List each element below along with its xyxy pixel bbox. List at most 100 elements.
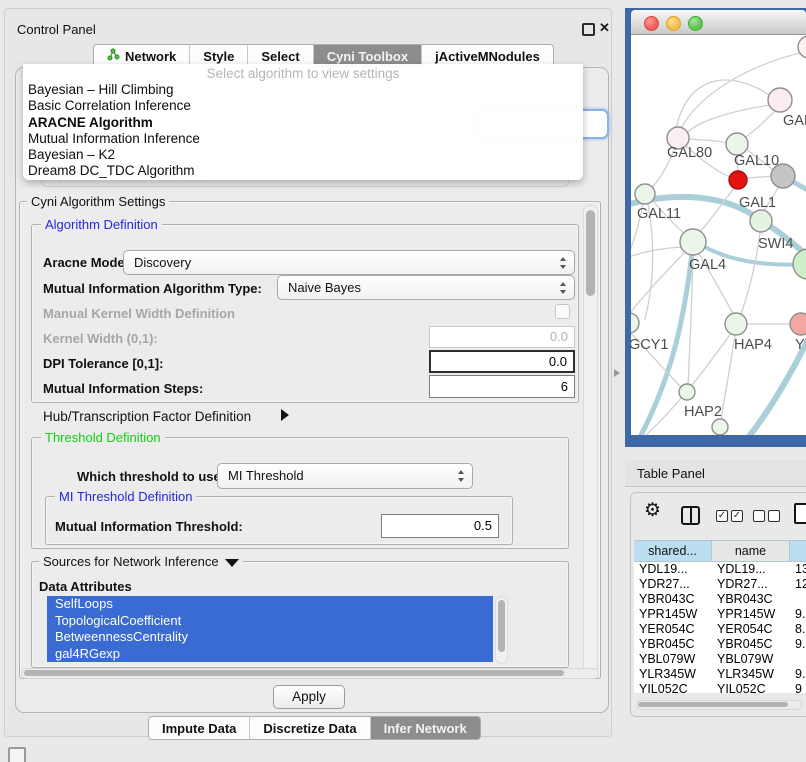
threshold-definition-title: Threshold Definition [41,431,165,444]
network-edge[interactable] [721,335,735,420]
unchecked-checkbox-icon[interactable] [768,510,780,522]
algorithm-option-mutual-information-inference[interactable]: Mutual Information Inference [23,131,583,147]
network-node-gal10[interactable] [726,133,748,155]
network-node[interactable] [798,36,806,58]
table-cell: YBL079W [634,652,712,667]
network-edge[interactable] [699,188,734,233]
mi-steps-field[interactable]: 6 [429,375,575,398]
dpi-tolerance-field[interactable]: 0.0 [429,350,575,373]
settings-vertical-scrollbar[interactable] [583,205,598,673]
table-cell: YLR345W [712,667,790,682]
tab-discretize-data[interactable]: Discretize Data [250,717,370,739]
which-threshold-combo[interactable]: MI Threshold [217,463,473,489]
column-header-name[interactable]: name [712,540,790,562]
tab-label: Style [203,49,234,64]
network-node-hap2[interactable] [679,384,695,400]
settings-horizontal-scrollbar[interactable] [21,668,599,679]
attributes-vertical-scrollbar[interactable] [495,596,508,664]
node-table: shared...nameA YDL19...YDL19...13YDR27..… [634,540,806,693]
manual-kernel-checkbox[interactable] [555,304,570,319]
table-horizontal-scrollbar[interactable] [636,700,802,710]
table-cell: 12 [790,577,806,592]
algorithm-option-bayesian-hill-climbing[interactable]: Bayesian – Hill Climbing [23,82,583,98]
table-cell [790,592,806,607]
table-cell: YLR345W [634,667,712,682]
expand-arrow-icon[interactable] [281,409,289,421]
aracne-mode-label: Aracne Mode: [43,255,129,270]
column-header-a[interactable]: A [790,540,806,562]
network-edge[interactable] [631,247,681,261]
close-traffic-light-icon[interactable] [644,16,659,31]
tab-infer-network[interactable]: Infer Network [371,717,480,739]
float-window-icon[interactable] [582,23,595,36]
splitter-arrow-icon[interactable] [614,369,620,377]
attributes-scrollbar-thumb[interactable] [498,600,505,652]
table-cell: YDL19... [634,562,712,577]
network-edge[interactable] [689,139,728,143]
table-cell: YDR27... [634,577,712,592]
mi-type-combo[interactable]: Naive Bayes [277,275,575,300]
table-row[interactable]: YPR145WYPR145W9. [634,607,806,622]
network-node-y[interactable] [790,313,806,335]
algorithm-option-basic-correlation-inference[interactable]: Basic Correlation Inference [23,98,583,114]
tab-impute-data[interactable]: Impute Data [149,717,250,739]
aracne-mode-combo[interactable]: Discovery [123,250,575,275]
network-node-gcy1[interactable] [631,313,639,333]
network-edge[interactable] [691,332,732,386]
network-node-hap4[interactable] [725,313,747,335]
table-row[interactable]: YDR27...YDR27...12 [634,577,806,592]
which-threshold-label: Which threshold to use: [77,469,225,484]
mi-threshold-field[interactable]: 0.5 [381,514,499,538]
algorithm-option-dream8-dc-tdc-algorithm[interactable]: Dream8 DC_TDC Algorithm [23,163,583,179]
table-row[interactable]: YDL19...YDL19...13 [634,562,806,577]
apply-button[interactable]: Apply [273,685,345,709]
table-row[interactable]: YER054CYER054C8. [634,622,806,637]
settings-horizontal-scrollbar-thumb[interactable] [24,670,564,676]
table-row[interactable]: YBR043CYBR043C [634,592,806,607]
table-row[interactable]: YBL079WYBL079W [634,652,806,667]
document-icon[interactable] [794,503,806,524]
columns-icon[interactable] [681,506,700,525]
checked-checkbox-icon[interactable]: ✓ [716,510,728,522]
table-cell: 9. [790,637,806,652]
network-edge[interactable] [676,80,771,129]
network-node[interactable] [712,419,728,435]
algorithm-options-list: Bayesian – Hill ClimbingBasic Correlatio… [23,82,583,180]
network-node-gal11[interactable] [635,184,655,204]
table-horizontal-scrollbar-thumb[interactable] [638,702,788,707]
settings-vertical-scrollbar-thumb[interactable] [586,210,595,296]
network-canvas[interactable]: GALGAL80GAL10GAL1GAL11GAL4SWI4GCY1HAP4YH… [631,35,806,435]
collapse-arrow-icon[interactable] [225,559,239,567]
network-node-gal4[interactable] [680,229,706,255]
checked-checkbox-icon[interactable]: ✓ [731,510,743,522]
unchecked-checkbox-icon[interactable] [753,510,765,522]
table-row[interactable]: YLR345WYLR345W9. [634,667,806,682]
gear-icon[interactable]: ⚙ [644,501,661,520]
tab-label: Network [125,49,176,64]
network-window-titlebar[interactable] [631,10,806,35]
attribute-item-selfloops[interactable]: SelfLoops [47,596,493,613]
attribute-item-betweennesscentrality[interactable]: BetweennessCentrality [47,629,493,646]
network-edge[interactable] [747,176,772,178]
minimize-traffic-light-icon[interactable] [666,16,681,31]
column-header-shared[interactable]: shared... [634,540,712,562]
dock-panel-icon[interactable] [8,747,26,762]
algorithm-option-aracne-algorithm[interactable]: ARACNE Algorithm [23,115,583,131]
network-node[interactable] [771,164,795,188]
attribute-item-gal4rgexp[interactable]: gal4RGexp [47,646,493,663]
which-threshold-value: MI Threshold [228,468,304,483]
kernel-width-field[interactable]: 0.0 [429,326,575,348]
attribute-item-topologicalcoefficient[interactable]: TopologicalCoefficient [47,613,493,630]
network-node-swi4[interactable] [750,210,772,232]
network-edge[interactable] [631,253,684,317]
table-row[interactable]: YIL052CYIL052C9 [634,682,806,693]
algorithm-option-bayesian-k2[interactable]: Bayesian – K2 [23,147,583,163]
close-icon[interactable]: ✕ [599,20,610,36]
network-node[interactable] [793,249,806,279]
network-node-gal[interactable] [768,88,792,112]
tab-label: Impute Data [162,721,236,736]
network-node-gal1[interactable] [729,171,747,189]
network-edge[interactable] [744,110,776,138]
table-row[interactable]: YBR045CYBR045C9. [634,637,806,652]
zoom-traffic-light-icon[interactable] [688,16,703,31]
